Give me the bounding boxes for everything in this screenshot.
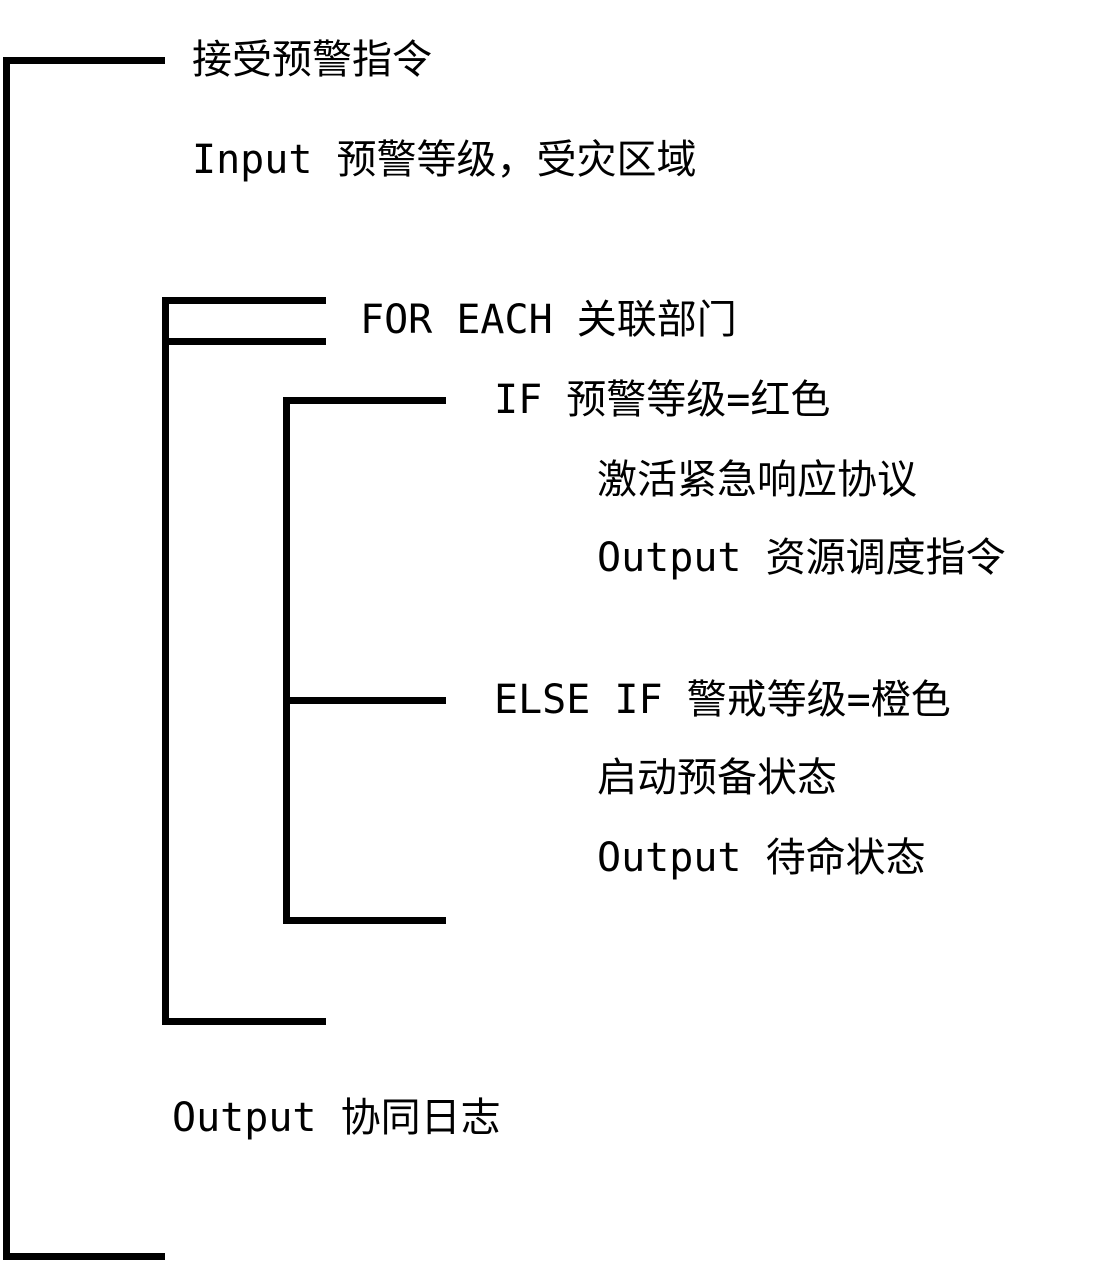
conditional-bracket-top-arm bbox=[283, 397, 446, 404]
conditional-bracket-vertical bbox=[283, 397, 290, 924]
else-if-action: 启动预备状态 bbox=[597, 755, 837, 801]
outer-bracket-bottom-arm bbox=[3, 1253, 165, 1260]
outer-bracket-vertical bbox=[3, 57, 10, 1260]
loop-bracket-bottom-arm bbox=[162, 1018, 326, 1025]
outer-bracket-top-arm bbox=[3, 57, 165, 64]
if-action: 激活紧急响应协议 bbox=[597, 457, 917, 503]
if-output: Output 资源调度指令 bbox=[597, 535, 1006, 581]
else-if-condition: ELSE IF 警戒等级=橙色 bbox=[494, 677, 951, 723]
final-output: Output 协同日志 bbox=[172, 1095, 501, 1141]
if-condition: IF 预警等级=红色 bbox=[494, 377, 831, 423]
diagram-title: 接受预警指令 bbox=[192, 37, 432, 83]
loop-bracket-top-arm bbox=[162, 297, 326, 304]
loop-bracket-header-arm bbox=[162, 338, 326, 345]
else-if-output: Output 待命状态 bbox=[597, 835, 926, 881]
conditional-bracket-bottom-arm bbox=[283, 917, 446, 924]
loop-bracket-vertical bbox=[162, 297, 169, 1025]
input-line: Input 预警等级，受灾区域 bbox=[192, 137, 697, 183]
loop-header: FOR EACH 关联部门 bbox=[360, 297, 737, 343]
conditional-bracket-middle-arm bbox=[283, 697, 446, 704]
